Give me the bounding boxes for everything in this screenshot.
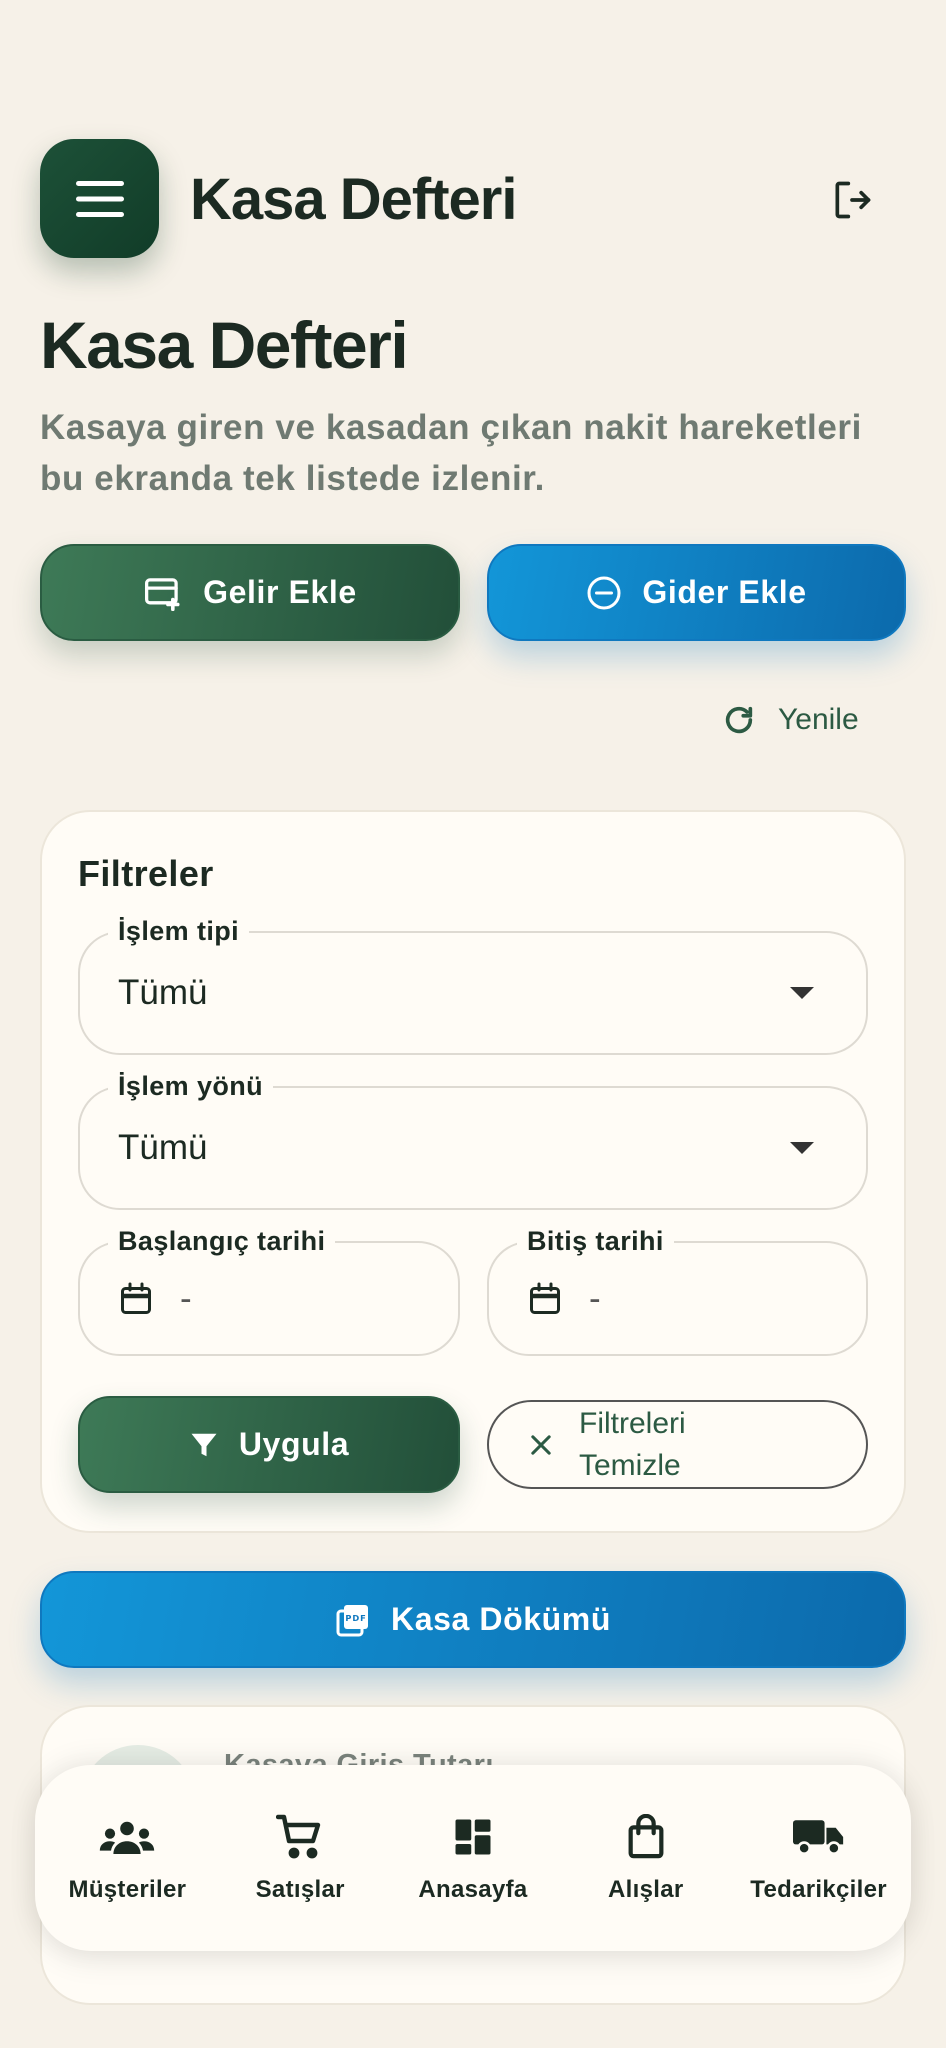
page-title: Kasa Defteri	[40, 308, 409, 382]
logout-button[interactable]	[822, 170, 882, 230]
svg-text:PDF: PDF	[345, 1612, 366, 1622]
app-title: Kasa Defteri	[190, 167, 517, 232]
end-date-field[interactable]: Bitiş tarihi -	[487, 1224, 868, 1356]
pdf-icon: PDF	[336, 1604, 368, 1636]
truck-icon	[792, 1820, 843, 1856]
nav-item-purchases[interactable]: Alışlar	[562, 1812, 730, 1904]
transaction-direction-value: Tümü	[118, 1128, 208, 1167]
filter-icon	[191, 1433, 217, 1456]
start-date-field[interactable]: Başlangıç tarihi -	[78, 1224, 460, 1356]
add-expense-label: Gider Ekle	[642, 574, 807, 610]
filter-title: Filtreler	[78, 853, 214, 894]
clear-filters-button[interactable]: Filtreleri Temizle	[487, 1400, 868, 1489]
page-subtitle: Kasaya giren ve kasadan çıkan nakit hare…	[40, 408, 862, 498]
transaction-type-select[interactable]: İşlem tipi Tümü	[78, 914, 868, 1055]
nav-label-purchases: Alışlar	[608, 1876, 684, 1903]
chevron-down-icon	[790, 1142, 814, 1154]
nav-item-home[interactable]: Anasayfa	[389, 1812, 557, 1904]
add-income-button[interactable]: Gelir Ekle	[40, 544, 460, 641]
menu-button[interactable]	[40, 139, 159, 258]
bottom-navigation: Müşteriler Satışlar Anasayfa Alışlar Ted…	[35, 1765, 911, 1951]
chevron-down-icon	[790, 987, 814, 999]
hamburger-menu-icon	[75, 180, 124, 217]
transaction-type-value: Tümü	[118, 973, 208, 1012]
minus-circle-icon	[587, 576, 621, 609]
refresh-icon	[725, 706, 753, 734]
nav-item-sales[interactable]: Satışlar	[216, 1812, 384, 1904]
logout-icon	[835, 181, 871, 219]
nav-label-suppliers: Tedarikçiler	[750, 1876, 887, 1903]
refresh-label: Yenile	[778, 703, 859, 736]
clear-filters-label: Filtreleri Temizle	[579, 1406, 686, 1482]
calendar-icon	[530, 1282, 560, 1314]
nav-label-home: Anasayfa	[418, 1876, 528, 1903]
add-income-label: Gelir Ekle	[203, 574, 357, 610]
cash-report-label: Kasa Dökümü	[391, 1601, 611, 1637]
refresh-button[interactable]: Yenile	[722, 695, 859, 745]
start-date-value: -	[180, 1278, 192, 1318]
shopping-bag-icon	[628, 1814, 664, 1859]
apply-filters-label: Uygula	[238, 1426, 350, 1462]
close-icon	[531, 1434, 551, 1455]
nav-label-sales: Satışlar	[255, 1876, 345, 1903]
cash-report-button[interactable]: PDF Kasa Dökümü	[40, 1571, 906, 1668]
apply-filters-button[interactable]: Uygula	[78, 1396, 460, 1493]
cart-icon	[276, 1814, 321, 1859]
nav-item-customers[interactable]: Müşteriler	[43, 1812, 211, 1904]
customers-icon	[100, 1821, 155, 1854]
add-expense-button[interactable]: Gider Ekle	[487, 544, 906, 641]
end-date-value: -	[589, 1278, 601, 1318]
calendar-icon	[121, 1282, 151, 1314]
card-add-icon	[145, 577, 180, 611]
nav-label-customers: Müşteriler	[68, 1876, 187, 1903]
dashboard-icon	[455, 1819, 491, 1855]
nav-item-suppliers[interactable]: Tedarikçiler	[735, 1812, 903, 1904]
transaction-direction-select[interactable]: İşlem yönü Tümü	[78, 1069, 868, 1210]
